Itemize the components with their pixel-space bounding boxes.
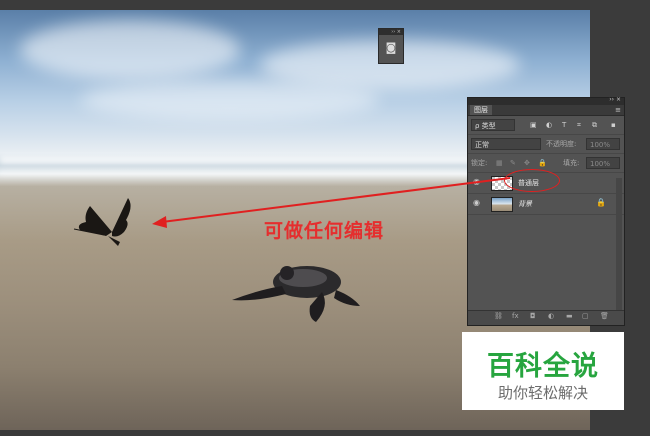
watermark-logo: 百科全说 助你轻松解决 — [462, 332, 624, 410]
annotation-caption: 可做任何编辑 — [264, 220, 385, 242]
watermark-brand: 百科全说 — [487, 351, 599, 382]
watermark-slogan: 助你轻松解决 — [497, 384, 588, 402]
photoshop-workspace: ›› × ◙ ›› × 图层 ≡ ρ 类型 ▣ ◐ T ⌗ ⧉ ▪ 正常 不透明… — [0, 0, 650, 436]
